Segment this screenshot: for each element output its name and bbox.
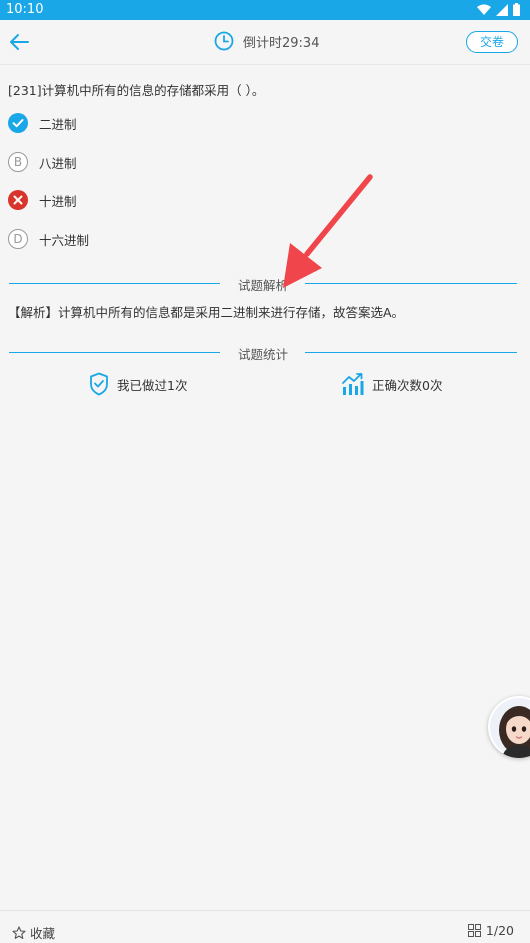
option-a[interactable]: 二进制: [8, 113, 77, 133]
status-bar: 10:10: [0, 0, 530, 20]
header: 倒计时29:34 交卷: [0, 20, 530, 65]
star-icon: [12, 925, 26, 939]
option-letter-b: B: [8, 152, 28, 172]
favorite-button[interactable]: 收藏: [12, 923, 55, 942]
favorite-label: 收藏: [30, 926, 56, 941]
statistics-divider: 试题统计: [9, 344, 517, 362]
divider-line-right: [305, 283, 517, 284]
option-b[interactable]: B 八进制: [8, 152, 77, 172]
option-label: 十六进制: [39, 232, 90, 248]
status-time: 10:10: [6, 2, 44, 17]
battery-icon: [513, 3, 520, 16]
status-icons: [477, 3, 520, 16]
option-d[interactable]: D 十六进制: [8, 229, 89, 249]
stat-done-count: 我已做过1次: [89, 372, 187, 396]
divider-line-right: [305, 352, 517, 353]
stat-done-text: 我已做过1次: [117, 377, 188, 393]
analysis-text: 【解析】计算机中所有的信息都是采用二进制来进行存储，故答案选A。: [8, 305, 405, 320]
option-label: 二进制: [39, 116, 77, 132]
clock-icon: [214, 31, 234, 51]
avatar-girl-icon: [490, 698, 530, 758]
bottom-bar: 收藏 1/20: [0, 910, 530, 943]
bar-chart-trend-icon: [342, 373, 364, 395]
grid-icon: [467, 924, 481, 937]
option-c[interactable]: 十进制: [8, 190, 77, 210]
stat-correct-text: 正确次数0次: [372, 377, 443, 393]
assistant-avatar[interactable]: [488, 696, 530, 758]
option-label: 八进制: [39, 155, 77, 171]
back-arrow-icon[interactable]: [8, 32, 30, 52]
countdown-timer: 倒计时29:34: [214, 31, 319, 51]
cross-icon: [8, 190, 28, 210]
wifi-icon: [477, 4, 491, 15]
statistics-title: 试题统计: [237, 347, 288, 362]
stat-correct-count: 正确次数0次: [342, 372, 442, 396]
checkmark-icon: [8, 113, 28, 133]
question-text: [231]计算机中所有的信息的存储都采用（ ）。: [8, 83, 265, 98]
analysis-divider: 试题解析: [9, 275, 517, 293]
submit-exam-button[interactable]: 交卷: [466, 31, 518, 53]
option-label: 十进制: [39, 193, 77, 209]
page-indicator-text: 1/20: [485, 923, 514, 938]
shield-check-icon: [90, 372, 108, 396]
option-letter-d: D: [8, 229, 28, 249]
question-navigator-button[interactable]: 1/20: [467, 923, 514, 938]
timer-text: 倒计时29:34: [243, 35, 320, 51]
signal-icon: [496, 3, 508, 16]
analysis-title: 试题解析: [237, 278, 288, 293]
annotation-arrow-icon: [283, 174, 373, 288]
